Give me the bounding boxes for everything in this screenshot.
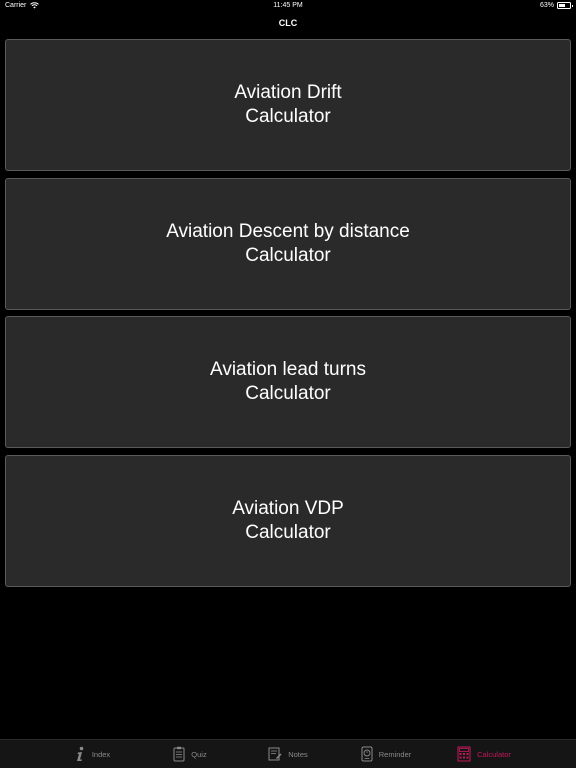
info-icon: [76, 746, 84, 761]
lead-turns-calculator-button[interactable]: Aviation lead turns Calculator: [5, 316, 571, 448]
status-right: 63%: [539, 2, 573, 9]
calculator-list: Aviation Drift Calculator Aviation Desce…: [5, 39, 571, 593]
card-subtitle: Calculator: [245, 106, 331, 127]
card-subtitle: Calculator: [245, 521, 331, 543]
vdp-calculator-button[interactable]: Aviation VDP Calculator: [5, 454, 571, 587]
tab-quiz[interactable]: Quiz: [141, 746, 239, 762]
card-label: Aviation Descent by distance Calculator: [166, 220, 410, 268]
card-title: Aviation Drift: [234, 82, 342, 103]
calculator-icon: [457, 746, 471, 762]
card-subtitle: Calculator: [245, 383, 331, 404]
card-label: Aviation lead turns Calculator: [210, 358, 366, 406]
tab-index[interactable]: Index: [43, 746, 141, 762]
status-time: 11:45 PM: [273, 2, 303, 9]
card-title: Aviation VDP: [232, 497, 344, 519]
battery-fill: [559, 4, 566, 7]
card-title: Aviation lead turns: [210, 359, 366, 380]
battery-percent: 63%: [539, 2, 554, 9]
card-label: Aviation VDP Calculator: [232, 497, 344, 545]
notes-icon: [268, 747, 282, 761]
card-title: Aviation Descent by distance: [166, 220, 410, 242]
tab-bar: Index Quiz Notes Reminder Calculator: [0, 739, 576, 768]
tab-reminder[interactable]: Reminder: [337, 746, 435, 762]
battery-icon: [557, 2, 573, 9]
tab-notes[interactable]: Notes: [239, 747, 337, 761]
tab-label: Reminder: [378, 749, 412, 759]
tab-label: Index: [91, 749, 111, 759]
clipboard-icon: [173, 746, 185, 762]
card-subtitle: Calculator: [245, 244, 331, 266]
card-label: Aviation Drift Calculator: [234, 81, 341, 129]
tab-calculator[interactable]: Calculator: [435, 746, 533, 762]
reminder-icon: [361, 746, 373, 762]
descent-calculator-button[interactable]: Aviation Descent by distance Calculator: [5, 177, 571, 310]
tab-label: Calculator: [477, 749, 511, 759]
status-bar: Carrier 11:45 PM 63%: [0, 0, 576, 12]
tab-label: Notes: [288, 749, 308, 759]
page-title: CLC: [278, 18, 298, 28]
drift-calculator-button[interactable]: Aviation Drift Calculator: [5, 39, 571, 171]
tab-label: Quiz: [191, 749, 207, 759]
